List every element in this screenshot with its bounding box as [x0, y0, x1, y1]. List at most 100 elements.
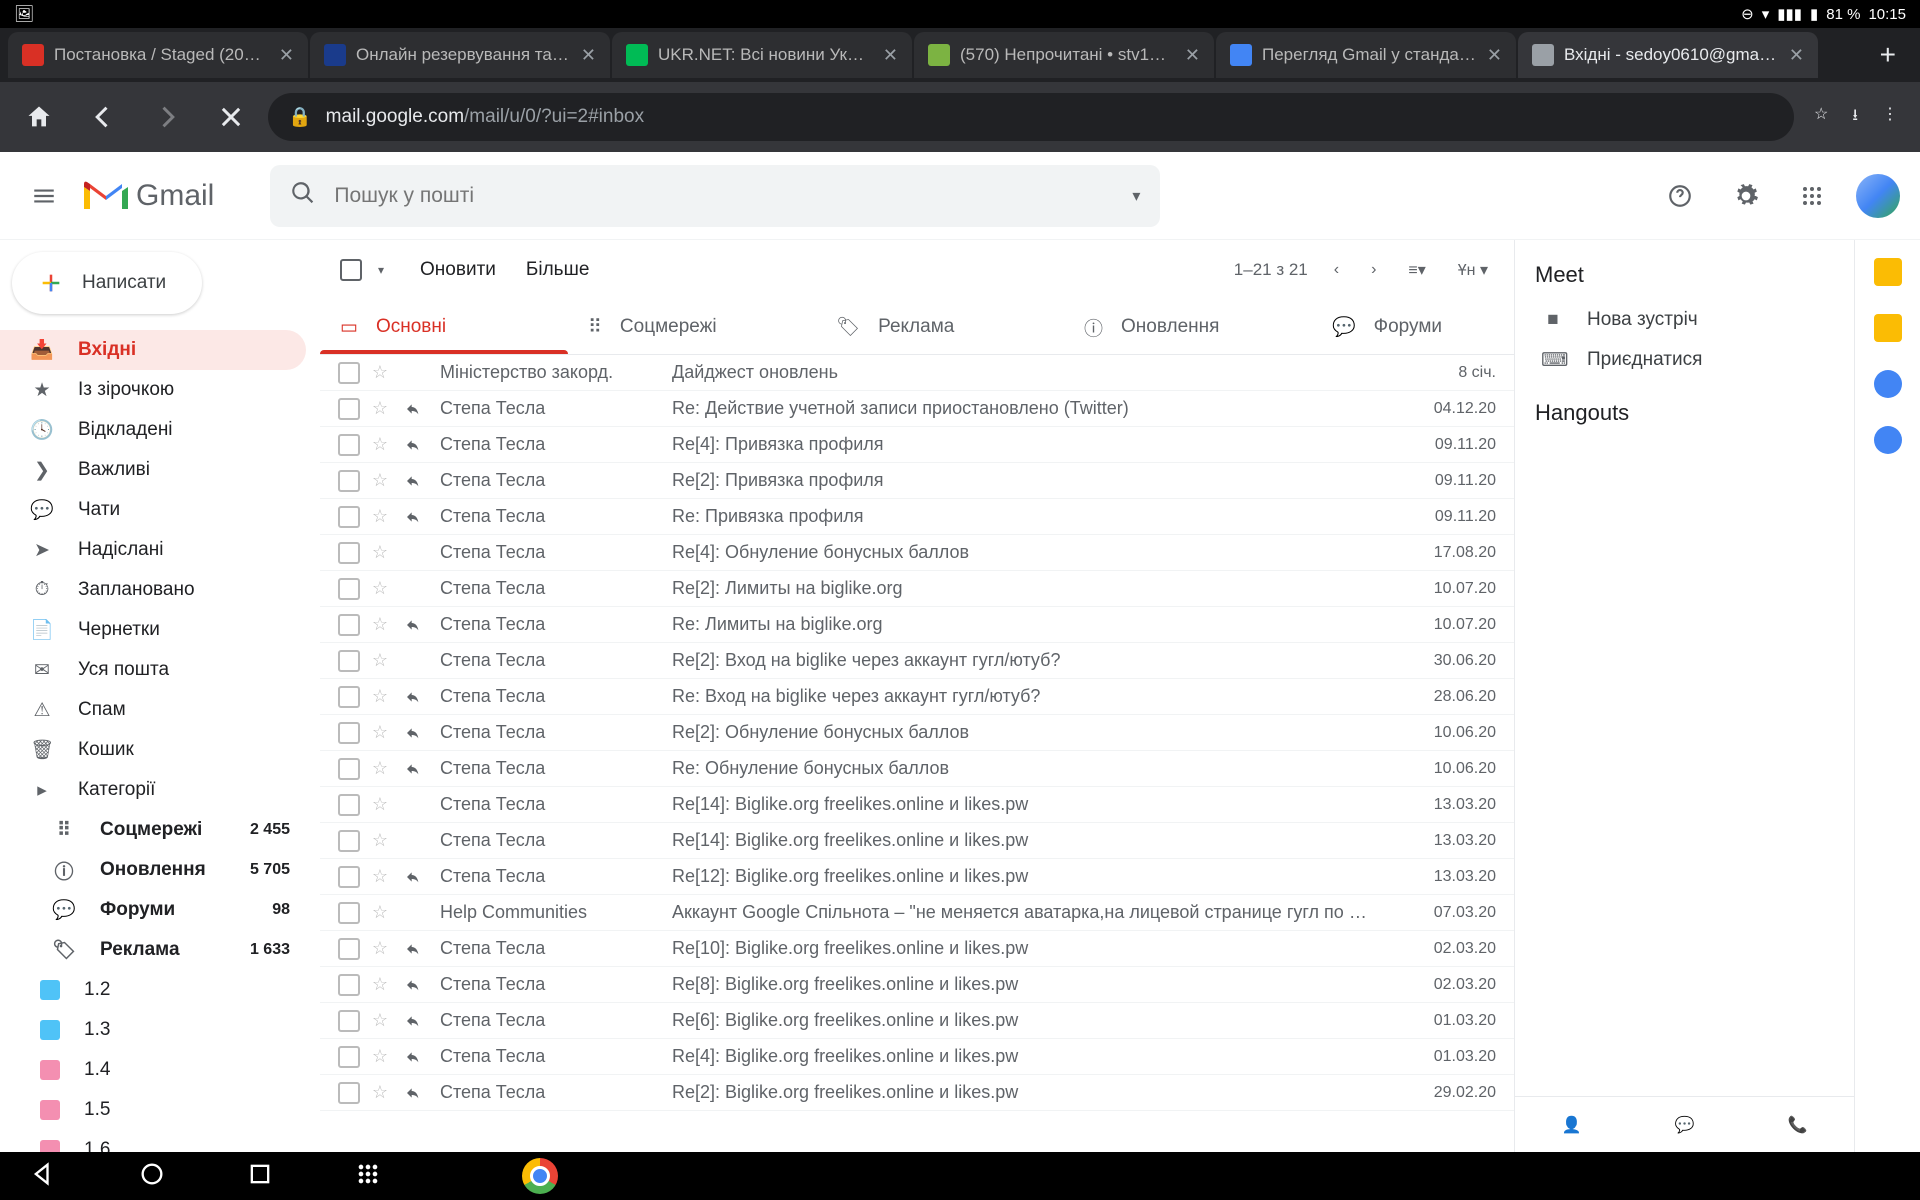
tab-close-button[interactable]: ✕: [1789, 45, 1804, 66]
mail-row-10[interactable]: ☆ Степа Тесла Re[2]: Обнуление бонусных …: [320, 715, 1514, 751]
mail-row-3[interactable]: ☆ Степа Тесла Re[2]: Привязка профиля 09…: [320, 463, 1514, 499]
mail-checkbox[interactable]: [338, 938, 360, 960]
browser-menu-button[interactable]: ⋮: [1882, 104, 1898, 131]
hangouts-conversations-button[interactable]: 💬: [1675, 1115, 1695, 1135]
star-button[interactable]: ☆: [368, 866, 392, 887]
more-button[interactable]: Більше: [526, 259, 590, 281]
refresh-button[interactable]: Оновити: [420, 259, 496, 281]
mail-checkbox[interactable]: [338, 542, 360, 564]
meet-join-button[interactable]: ⌨Приєднатися: [1535, 340, 1834, 380]
mail-checkbox[interactable]: [338, 578, 360, 600]
folder-chat[interactable]: 💬Чати: [0, 490, 306, 530]
apps-button[interactable]: [1790, 174, 1834, 218]
new-tab-button[interactable]: +: [1864, 39, 1912, 71]
star-button[interactable]: ☆: [368, 830, 392, 851]
label-1.2[interactable]: 1.2: [0, 970, 306, 1010]
mail-tab-3[interactable]: ⓘОновлення: [1064, 300, 1312, 354]
label-1.3[interactable]: 1.3: [0, 1010, 306, 1050]
category-1[interactable]: ⓘОновлення5 705: [0, 850, 306, 890]
label-1.6[interactable]: 1.6: [0, 1130, 306, 1152]
mail-row-15[interactable]: ☆ Help Communities Аккаунт Google Спільн…: [320, 895, 1514, 931]
mail-checkbox[interactable]: [338, 434, 360, 456]
mail-row-8[interactable]: ☆ Степа Тесла Re[2]: Вход на biglike чер…: [320, 643, 1514, 679]
mail-row-1[interactable]: ☆ Степа Тесла Re: Действие учетной запис…: [320, 391, 1514, 427]
mail-row-19[interactable]: ☆ Степа Тесла Re[4]: Biglike.org freelik…: [320, 1039, 1514, 1075]
mail-tab-1[interactable]: ⠿Соцмережі: [568, 300, 816, 354]
browser-tab-5[interactable]: Вхідні - sedoy0610@gmail.com - Gm…✕: [1518, 32, 1818, 78]
mail-checkbox[interactable]: [338, 758, 360, 780]
select-dropdown[interactable]: ▾: [372, 263, 390, 277]
mail-row-11[interactable]: ☆ Степа Тесла Re: Обнуление бонусных бал…: [320, 751, 1514, 787]
bookmark-button[interactable]: ☆: [1814, 104, 1828, 131]
folder-important[interactable]: ❯Важливі: [0, 450, 306, 490]
tab-close-button[interactable]: ✕: [279, 45, 294, 66]
mail-tab-0[interactable]: ▭Основні: [320, 300, 568, 354]
star-button[interactable]: ☆: [368, 614, 392, 635]
meet-new-button[interactable]: ■Нова зустріч: [1535, 300, 1834, 340]
mail-row-14[interactable]: ☆ Степа Тесла Re[12]: Biglike.org freeli…: [320, 859, 1514, 895]
star-button[interactable]: ☆: [368, 686, 392, 707]
mail-row-5[interactable]: ☆ Степа Тесла Re[4]: Обнуление бонусных …: [320, 535, 1514, 571]
mail-row-0[interactable]: ☆ Міністерство закорд. Дайджест оновлень…: [320, 355, 1514, 391]
mail-checkbox[interactable]: [338, 902, 360, 924]
hangouts-contacts-button[interactable]: 👤: [1562, 1115, 1582, 1135]
label-1.4[interactable]: 1.4: [0, 1050, 306, 1090]
category-3[interactable]: 🏷Реклама1 633: [0, 930, 306, 970]
search-input[interactable]: [334, 184, 1114, 208]
folder-star[interactable]: ★Із зірочкою: [0, 370, 306, 410]
android-recents-button[interactable]: [246, 1160, 274, 1193]
chrome-app-icon[interactable]: [522, 1158, 558, 1194]
search-box[interactable]: ▾: [270, 165, 1160, 227]
folder-trash[interactable]: 🗑Кошик: [0, 730, 306, 770]
settings-button[interactable]: [1724, 174, 1768, 218]
star-button[interactable]: ☆: [368, 398, 392, 419]
keep-app-icon[interactable]: [1874, 314, 1902, 342]
star-button[interactable]: ☆: [368, 470, 392, 491]
select-all-checkbox[interactable]: [340, 259, 362, 281]
compose-button[interactable]: Написати: [12, 252, 202, 314]
tasks-app-icon[interactable]: [1874, 370, 1902, 398]
star-button[interactable]: ☆: [368, 1082, 392, 1103]
star-button[interactable]: ☆: [368, 1010, 392, 1031]
folder-scheduled[interactable]: ⏱Заплановано: [0, 570, 306, 610]
star-button[interactable]: ☆: [368, 650, 392, 671]
mail-row-2[interactable]: ☆ Степа Тесла Re[4]: Привязка профиля 09…: [320, 427, 1514, 463]
mail-checkbox[interactable]: [338, 1046, 360, 1068]
mail-row-16[interactable]: ☆ Степа Тесла Re[10]: Biglike.org freeli…: [320, 931, 1514, 967]
star-button[interactable]: ☆: [368, 758, 392, 779]
mail-checkbox[interactable]: [338, 506, 360, 528]
prev-page-button[interactable]: ‹: [1328, 255, 1345, 285]
gmail-logo[interactable]: Gmail: [84, 179, 214, 213]
support-button[interactable]: [1658, 174, 1702, 218]
main-menu-button[interactable]: [20, 172, 68, 220]
category-2[interactable]: 💬Форуми98: [0, 890, 306, 930]
mail-checkbox[interactable]: [338, 686, 360, 708]
density-button[interactable]: ≡▾: [1402, 254, 1431, 286]
back-button[interactable]: [76, 90, 130, 144]
mail-tab-2[interactable]: 🏷Реклама: [816, 300, 1064, 354]
mail-checkbox[interactable]: [338, 470, 360, 492]
forward-button[interactable]: [140, 90, 194, 144]
mail-row-13[interactable]: ☆ Степа Тесла Re[14]: Biglike.org freeli…: [320, 823, 1514, 859]
mail-checkbox[interactable]: [338, 650, 360, 672]
star-button[interactable]: ☆: [368, 542, 392, 563]
folder-sent[interactable]: ➤Надіслані: [0, 530, 306, 570]
mail-checkbox[interactable]: [338, 794, 360, 816]
calendar-app-icon[interactable]: [1874, 258, 1902, 286]
star-button[interactable]: ☆: [368, 974, 392, 995]
download-button[interactable]: ⭳: [1852, 104, 1858, 131]
home-button[interactable]: [12, 90, 66, 144]
category-0[interactable]: ⠿Соцмережі2 455: [0, 810, 306, 850]
star-button[interactable]: ☆: [368, 1046, 392, 1067]
star-button[interactable]: ☆: [368, 902, 392, 923]
input-tools-button[interactable]: Ұн ▾: [1452, 254, 1494, 286]
browser-tab-1[interactable]: Онлайн резервування та придбан…✕: [310, 32, 610, 78]
next-page-button[interactable]: ›: [1365, 255, 1382, 285]
android-apps-button[interactable]: [354, 1160, 382, 1193]
folder-categories[interactable]: ▸Категорії: [0, 770, 306, 810]
contacts-app-icon[interactable]: [1874, 426, 1902, 454]
mail-checkbox[interactable]: [338, 614, 360, 636]
search-icon[interactable]: [290, 180, 316, 211]
mail-list[interactable]: ☆ Міністерство закорд. Дайджест оновлень…: [320, 355, 1514, 1152]
star-button[interactable]: ☆: [368, 362, 392, 383]
